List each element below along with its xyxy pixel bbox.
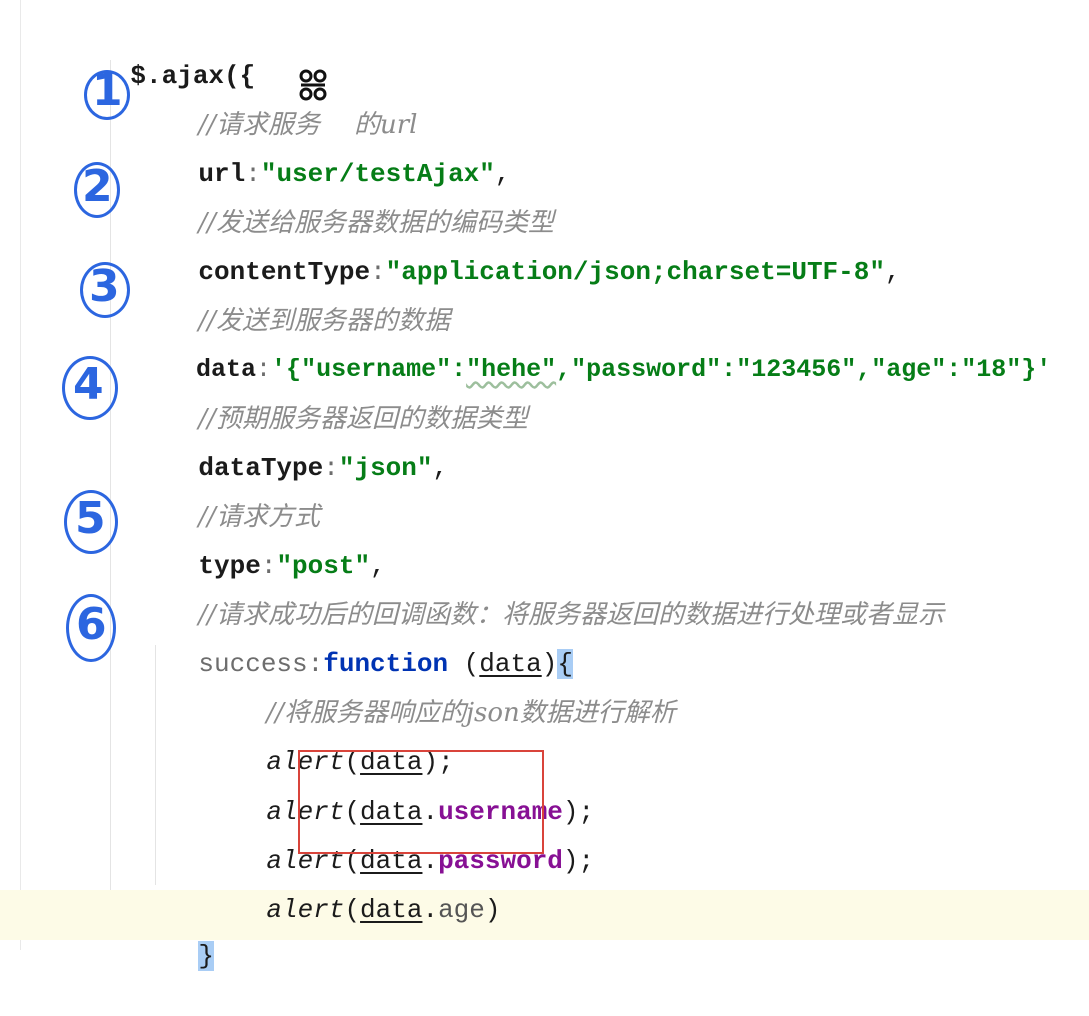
code-line-comment-datatype[interactable]: //预期服务器返回的数据类型 [136,359,528,434]
annotation-1: 1 [92,65,123,116]
code-line-url[interactable]: url:"user/testAjax", [136,114,510,189]
annotation-4: 4 [73,359,104,410]
annotation-3: 3 [89,261,120,312]
code-line-comment-type[interactable]: //请求方式 [136,457,320,532]
code-line-alert-data[interactable]: alert(data); [204,702,453,777]
code-line-close-brace[interactable]: } [136,896,215,971]
code-editor[interactable]: $.ajax({ //请求服务 的url url:"user/testAjax",… [0,0,1089,971]
highlight-box [298,750,544,854]
code-line-ajax[interactable]: $.ajax({ [68,16,255,91]
closing-brace: } [198,941,215,971]
scribble-icon [299,69,327,101]
code-line-alert-age[interactable]: alert(data.age) [204,850,500,925]
code-line-type[interactable]: type:"post", [136,506,385,581]
string-value: "application/json;charset=UTF-8" [385,257,885,287]
annotation-6: 6 [76,599,107,650]
alert-fn: alert [266,895,345,925]
prop-age: age [438,895,485,925]
code-line-comment-success[interactable]: //请求成功后的回调函数：将服务器返回的数据进行处理或者显示 [136,555,944,630]
code-line-comment-url[interactable]: //请求服务 的url [136,65,417,140]
string-value: "json" [338,453,433,483]
code-line-datatype[interactable]: dataType:"json", [136,408,448,483]
annotation-2: 2 [82,161,113,212]
code-line-data[interactable]: data:'{"username":"hehe","password":"123… [136,310,1051,384]
code-line-comment-data[interactable]: //发送到服务器的数据 [136,261,450,336]
gutter-divider [20,0,21,950]
code-line-success[interactable]: success:function (data){ [136,604,573,679]
annotation-5: 5 [75,493,106,544]
code-line-contenttype[interactable]: contentType:"application/json;charset=UT… [136,212,900,287]
code-line-comment-contenttype[interactable]: //发送给服务器数据的编码类型 [136,163,554,238]
code-line-comment-parse[interactable]: //将服务器响应的json数据进行解析 [204,653,675,728]
